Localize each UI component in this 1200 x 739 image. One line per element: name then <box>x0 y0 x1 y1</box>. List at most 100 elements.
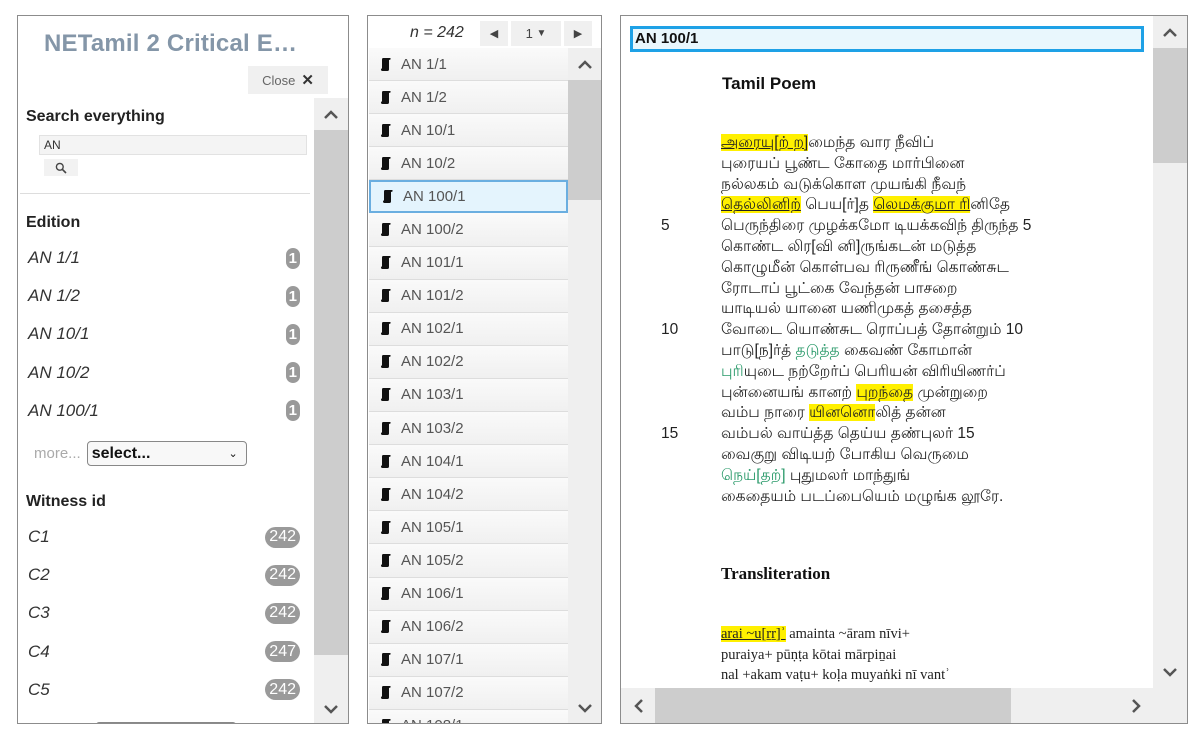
more-label: more... <box>34 445 81 462</box>
page-select[interactable]: 1 ▼ <box>511 21 561 46</box>
search-input[interactable] <box>39 135 307 155</box>
witness-facet-item[interactable]: C5 242 <box>18 671 314 709</box>
scroll-down-button[interactable] <box>1153 656 1187 688</box>
witness-facet-item[interactable]: C3 242 <box>18 594 314 632</box>
poem-line-text: பெருந்திரை முழக்கமோ டியக்கவிந் திருந்த 5 <box>721 217 1031 236</box>
scroll-document-icon <box>383 190 393 204</box>
edition-more-select[interactable]: select... ⌄ <box>86 441 247 466</box>
transliteration-line: nal +akam vaṭu+ koḷa muyaṅki nī vantʾ <box>621 667 1153 688</box>
document-list-item[interactable]: AN 102/2 <box>369 345 568 379</box>
highlighted-text: அரையு[ற் ற] <box>721 134 809 151</box>
scrollbar-thumb[interactable] <box>314 130 348 655</box>
scroll-document-icon <box>381 454 391 468</box>
document-list-item[interactable]: AN 1/1 <box>369 48 568 82</box>
document-list-item[interactable]: AN 100/2 <box>369 213 568 247</box>
scroll-down-button[interactable] <box>314 693 348 723</box>
scroll-up-button[interactable] <box>568 48 601 80</box>
text-segment: ரோடாப் பூட்கை வேந்தன் பாசறை <box>721 279 958 297</box>
poem-line: ரோடாப் பூட்கை வேந்தன் பாசறை <box>621 280 1153 301</box>
scrollbar-thumb[interactable] <box>655 688 1011 723</box>
scroll-document-icon <box>381 123 391 137</box>
facet-label: C3 <box>28 603 50 623</box>
scroll-document-icon <box>381 686 391 700</box>
document-list-item[interactable]: AN 107/1 <box>369 643 568 677</box>
document-list-item-label: AN 103/2 <box>401 419 464 437</box>
witness-facet-item[interactable]: C2 242 <box>18 556 314 594</box>
document-horizontal-scrollbar[interactable] <box>621 688 1187 723</box>
search-button[interactable] <box>44 159 78 176</box>
document-list-item[interactable]: AN 106/1 <box>369 577 568 611</box>
text-segment: கொண்ட லிர[வி னி]ருங்கடன் மடுத்த <box>721 237 977 255</box>
scroll-up-button[interactable] <box>314 98 348 130</box>
witness-facet-item[interactable]: C4 247 <box>18 633 314 671</box>
document-list-item[interactable]: AN 101/1 <box>369 246 568 280</box>
document-list-item[interactable]: AN 10/1 <box>369 114 568 148</box>
edition-facet-item[interactable]: AN 10/2 1 <box>18 354 314 392</box>
poem-line-text: புன்னையங் கானற் புறந்தை முன்றுறை <box>721 383 988 403</box>
results-scrollbar[interactable] <box>568 48 601 723</box>
document-list-item[interactable]: AN 101/2 <box>369 279 568 313</box>
text-segment: கொழுமீன் கொள்பவ ரிருணீங் கொண்சுட <box>721 258 1009 276</box>
scroll-document-icon <box>381 322 391 336</box>
scrollbar-thumb[interactable] <box>568 80 601 200</box>
text-segment: யாடியல் யானை யணிமுகத் தசைத்த <box>721 300 972 318</box>
scroll-right-button[interactable] <box>1119 688 1153 723</box>
poem-line: 5 பெருந்திரை முழக்கமோ டியக்கவிந் திருந்த … <box>621 217 1153 238</box>
app-title: NETamil 2 Critical E… <box>44 30 298 57</box>
poem-line: 10 வோடை யொண்சுட ரொப்பத் தோன்றும் 10 <box>621 321 1153 342</box>
text-segment: வம்ப நாரை <box>721 404 810 422</box>
document-list-item[interactable]: AN 100/1 <box>369 180 568 214</box>
facet-label: AN 10/2 <box>28 362 90 382</box>
document-list-item[interactable]: AN 102/1 <box>369 312 568 346</box>
document-list-item[interactable]: AN 105/2 <box>369 544 568 578</box>
document-list-item[interactable]: AN 10/2 <box>369 147 568 181</box>
section-divider <box>20 193 310 194</box>
document-title: AN 100/1 <box>630 26 1144 52</box>
poem-line-text: தெல்லினிற் பெய[ர்]த லெமக்குமா ரினிதே <box>721 196 1010 215</box>
close-button[interactable]: Close ✕ <box>248 66 328 94</box>
document-list-item[interactable]: AN 105/1 <box>369 511 568 545</box>
highlighted-text: லெமக்குமா ரி <box>873 196 971 214</box>
witness-facet-item[interactable]: C1 242 <box>18 518 314 556</box>
scroll-document-icon <box>381 223 391 237</box>
prev-page-button[interactable]: ◀ <box>480 21 508 46</box>
poem-line-text: நல்லகம் வடுக்கொள முயங்கி நீவந் <box>721 176 966 195</box>
next-page-button[interactable]: ▶ <box>564 21 592 46</box>
results-list-panel: n = 242 ◀ 1 ▼ ▶ AN 1/1 AN 1/2 AN 10/1 AN 10… <box>367 15 602 724</box>
document-list-item-label: AN 105/1 <box>401 518 464 536</box>
scroll-left-button[interactable] <box>621 688 655 723</box>
highlighted-text: யினனொ <box>809 404 876 422</box>
select-value: select... <box>91 444 151 462</box>
document-list-item[interactable]: AN 107/2 <box>369 676 568 710</box>
scroll-document-icon <box>381 587 391 601</box>
poem-line: கொண்ட லிர[வி னி]ருங்கடன் மடுத்த <box>621 238 1153 259</box>
scrollbar-thumb[interactable] <box>1153 48 1187 163</box>
facet-label: AN 100/1 <box>28 400 99 420</box>
scroll-down-button[interactable] <box>568 692 601 723</box>
document-viewer: AN 100/1 Tamil Poem அரையு[ற் ற]மைந்த வார… <box>620 15 1188 724</box>
sidebar-scrollbar[interactable] <box>314 98 348 723</box>
document-list-item[interactable]: AN 108/1 <box>369 709 568 723</box>
document-list-item[interactable]: AN 106/2 <box>369 610 568 644</box>
edition-facet-item[interactable]: AN 10/1 1 <box>18 315 314 353</box>
facet-label: C4 <box>28 641 50 661</box>
edition-facet-item[interactable]: AN 1/2 1 <box>18 277 314 315</box>
poem-line: புரையப் பூண்ட கோதை மார்பினை <box>621 155 1153 176</box>
text-segment: புதுமலர் மாந்துங் <box>785 466 911 484</box>
scroll-up-button[interactable] <box>1153 16 1187 48</box>
text-segment: வோடை யொண்சுட ரொப்பத் தோன்றும் 10 <box>721 321 1024 339</box>
text-segment: யுடை நற்றேர்ப் பெரியன் விரியிணர்ப் <box>743 362 1006 380</box>
poem-line-text: யாடியல் யானை யணிமுகத் தசைத்த <box>721 300 972 319</box>
edition-facet-item[interactable]: AN 100/1 1 <box>18 392 314 430</box>
document-list-item[interactable]: AN 103/2 <box>369 412 568 446</box>
document-list-item[interactable]: AN 103/1 <box>369 378 568 413</box>
document-list-item[interactable]: AN 1/2 <box>369 81 568 115</box>
document-vertical-scrollbar[interactable] <box>1153 16 1187 688</box>
variant-text: தடுத்த <box>795 341 840 359</box>
document-list-item[interactable]: AN 104/1 <box>369 445 568 479</box>
edition-facet-item[interactable]: AN 1/1 1 <box>18 239 314 277</box>
text-segment: னிதே <box>970 196 1010 214</box>
document-content: Tamil Poem அரையு[ற் ற]மைந்த வார நீவிப் பு… <box>621 52 1153 698</box>
document-list-item[interactable]: AN 104/2 <box>369 478 568 512</box>
poem-line-text: வைகுறு விடியற் போகிய வெருமை <box>721 446 969 465</box>
